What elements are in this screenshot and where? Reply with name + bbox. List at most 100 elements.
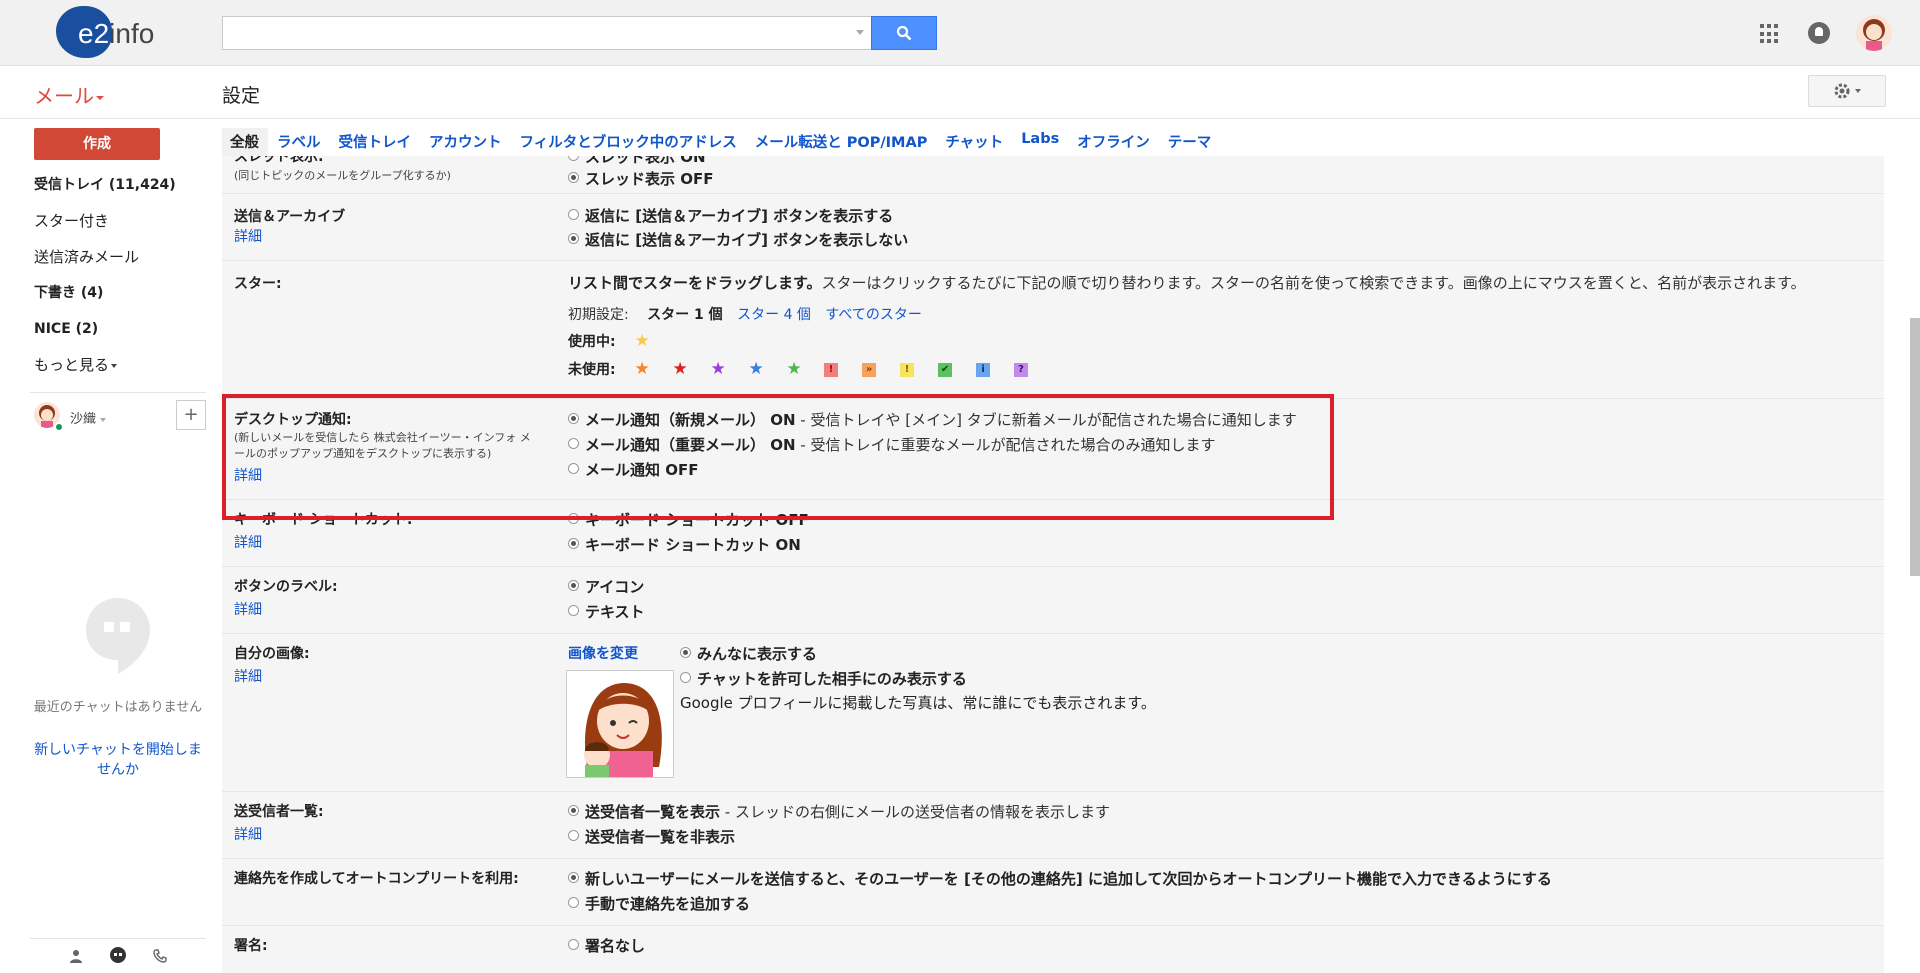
thread-on-option[interactable]: スレッド表示 ON (568, 156, 706, 167)
radio-button[interactable] (680, 672, 691, 683)
radio-button[interactable] (680, 647, 691, 658)
send-archive-show-option[interactable]: 返信に [送信＆アーカイブ] ボタンを表示する (568, 205, 893, 226)
new-chat-button[interactable]: + (176, 400, 206, 430)
hangouts-tab-icon[interactable] (109, 947, 127, 965)
shortcuts-off-option[interactable]: キーボード ショートカット OFF (568, 509, 809, 530)
stars-in-use: 使用中: ★ (568, 331, 672, 351)
red-star-icon[interactable]: ★ (672, 361, 688, 378)
scrollbar[interactable] (1910, 318, 1920, 576)
option-desc: - スレッドの右側にメールの送受信者の情報を表示します (720, 803, 1110, 821)
setting-senders-list: 送受信者一覧: 詳細 送受信者一覧を表示 - スレッドの右側にメールの送受信者の… (222, 792, 1884, 859)
notify-off-option[interactable]: メール通知 OFF (568, 459, 698, 480)
settings-gear-button[interactable] (1808, 75, 1886, 107)
search-button[interactable] (871, 16, 937, 50)
preset-all-stars-link[interactable]: すべてのスター (825, 307, 921, 323)
in-use-label: 使用中: (568, 334, 616, 350)
option-label: 手動で連絡先を追加する (585, 895, 751, 913)
radio-button[interactable] (568, 939, 579, 950)
radio-button[interactable] (568, 233, 579, 244)
sidebar-item-more[interactable]: もっと見る (34, 352, 204, 388)
detail-link[interactable]: 詳細 (234, 226, 262, 246)
search-input[interactable] (222, 16, 872, 50)
detail-link[interactable]: 詳細 (234, 532, 262, 552)
contacts-icon[interactable] (67, 947, 85, 965)
labels-text-option[interactable]: テキスト (568, 601, 645, 622)
start-chat-link[interactable]: 新しいチャットを開始しませんか (30, 740, 206, 780)
tab-general[interactable]: 全般 (222, 128, 268, 156)
signature-none-option[interactable]: 署名なし (568, 935, 645, 956)
tab-forwarding[interactable]: メール転送と POP/IMAP (746, 128, 937, 156)
orange-star-icon[interactable]: ★ (634, 361, 650, 378)
logo[interactable]: e2info (56, 6, 176, 60)
labels-icons-option[interactable]: アイコン (568, 576, 644, 597)
radio-button[interactable] (568, 156, 579, 161)
tab-filters[interactable]: フィルタとブロック中のアドレス (511, 128, 746, 156)
mail-menu[interactable]: メール (34, 80, 104, 109)
green-star-icon[interactable]: ★ (786, 361, 802, 378)
detail-link[interactable]: 詳細 (234, 666, 262, 686)
account-avatar[interactable] (1856, 15, 1892, 51)
sidebar-item-starred[interactable]: スター付き (34, 208, 204, 244)
radio-button[interactable] (568, 438, 579, 449)
tab-accounts[interactable]: アカウント (420, 128, 511, 156)
shortcuts-on-option[interactable]: キーボード ショートカット ON (568, 534, 801, 555)
blue-info-icon[interactable]: i (976, 363, 991, 377)
orange-guillemet-icon[interactable]: » (862, 363, 877, 377)
detail-link[interactable]: 詳細 (234, 824, 262, 844)
red-bang-icon[interactable]: ! (824, 363, 839, 377)
chat-user-menu[interactable]: 沙織 (70, 408, 107, 427)
preset-4-stars-link[interactable]: スター 4 個 (737, 307, 811, 323)
radio-button[interactable] (568, 413, 579, 424)
radio-button[interactable] (568, 463, 579, 474)
yellow-bang-icon[interactable]: ! (900, 363, 915, 377)
radio-button[interactable] (568, 830, 579, 841)
blue-star-icon[interactable]: ★ (748, 361, 764, 378)
radio-button[interactable] (568, 580, 579, 591)
detail-link[interactable]: 詳細 (234, 599, 262, 619)
sidebar-item-sent[interactable]: 送信済みメール (34, 244, 204, 280)
tab-labs[interactable]: Labs (1012, 128, 1068, 156)
tab-chat[interactable]: チャット (936, 128, 1012, 156)
radio-button[interactable] (568, 172, 579, 183)
setting-label: 自分の画像: (234, 646, 310, 662)
sidebar-item-inbox[interactable]: 受信トレイ (11,424) (34, 172, 204, 208)
purple-question-icon[interactable]: ? (1014, 363, 1029, 377)
radio-button[interactable] (568, 605, 579, 616)
setting-label: スター: (234, 276, 282, 292)
autocomplete-manual-option[interactable]: 手動で連絡先を追加する (568, 893, 750, 914)
purple-star-icon[interactable]: ★ (710, 361, 726, 378)
radio-button[interactable] (568, 805, 579, 816)
change-picture-link[interactable]: 画像を変更 (568, 643, 638, 663)
senders-hide-option[interactable]: 送受信者一覧を非表示 (568, 826, 735, 847)
picture-chat-only-option[interactable]: チャットを許可した相手にのみ表示する (680, 668, 967, 689)
apps-grid-icon[interactable] (1760, 24, 1780, 44)
green-check-icon[interactable]: ✔ (938, 363, 953, 377)
picture-everyone-option[interactable]: みんなに表示する (680, 643, 817, 664)
radio-button[interactable] (568, 209, 579, 220)
radio-button[interactable] (568, 872, 579, 883)
notifications-icon[interactable] (1808, 22, 1830, 44)
preset-1-star[interactable]: スター 1 個 (647, 307, 723, 323)
sidebar-item-nice[interactable]: NICE (2) (34, 316, 204, 352)
yellow-star-icon[interactable]: ★ (634, 333, 650, 350)
tab-offline[interactable]: オフライン (1068, 128, 1159, 156)
radio-button[interactable] (568, 513, 579, 524)
thread-off-option[interactable]: スレッド表示 OFF (568, 168, 713, 189)
senders-show-option[interactable]: 送受信者一覧を表示 - スレッドの右側にメールの送受信者の情報を表示します (568, 801, 1110, 822)
chevron-down-icon (100, 417, 107, 422)
profile-picture[interactable] (566, 670, 674, 778)
tab-inbox[interactable]: 受信トレイ (330, 128, 421, 156)
autocomplete-auto-option[interactable]: 新しいユーザーにメールを送信すると、そのユーザーを [その他の連絡先] に追加し… (568, 868, 1552, 889)
notify-important-mail-option[interactable]: メール通知（重要メール） ON - 受信トレイに重要なメールが配信された場合のみ… (568, 434, 1215, 455)
detail-link[interactable]: 詳細 (234, 465, 262, 485)
radio-button[interactable] (568, 897, 579, 908)
phone-icon[interactable] (151, 947, 169, 965)
send-archive-hide-option[interactable]: 返信に [送信＆アーカイブ] ボタンを表示しない (568, 229, 908, 250)
notify-new-mail-option[interactable]: メール通知（新規メール） ON - 受信トレイや [メイン] タブに新着メールが… (568, 409, 1297, 430)
tab-labels[interactable]: ラベル (268, 128, 330, 156)
tab-themes[interactable]: テーマ (1159, 128, 1221, 156)
radio-button[interactable] (568, 538, 579, 549)
compose-button[interactable]: 作成 (34, 128, 160, 160)
sidebar-item-drafts[interactable]: 下書き (4) (34, 280, 204, 316)
search-options-caret-icon[interactable] (856, 30, 864, 35)
